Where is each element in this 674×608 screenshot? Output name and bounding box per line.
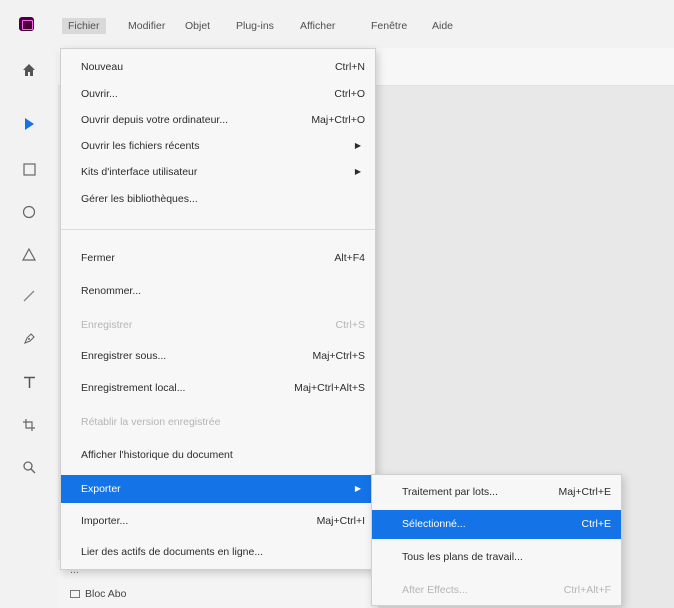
layer-label: Bloc Abo [85, 588, 127, 600]
tool-bar [0, 48, 58, 608]
menu-item-label: Enregistrer [81, 319, 133, 331]
menu-item-label: Fermer [81, 252, 115, 264]
menu-objet[interactable]: Objet [185, 18, 210, 34]
menu-separator [61, 229, 375, 230]
menu-item-shortcut: Maj+Ctrl+I [316, 515, 365, 527]
menu-item-shortcut: Ctrl+Alt+F [563, 584, 611, 596]
artboard-icon [70, 590, 80, 598]
menu-item-shortcut: Ctrl+S [335, 319, 365, 331]
menu-item-shortcut: Maj+Ctrl+O [311, 114, 365, 126]
select-arrow-icon[interactable] [19, 114, 39, 134]
file-menu: Nouveau Ctrl+N Ouvrir... Ctrl+O Ouvrir d… [60, 48, 376, 570]
menu-item-shortcut: Maj+Ctrl+E [558, 486, 611, 498]
menu-aide[interactable]: Aide [432, 18, 453, 34]
menu-item-shortcut: Maj+Ctrl+Alt+S [294, 382, 365, 394]
menu-item-fermer[interactable]: Fermer Alt+F4 [61, 245, 375, 271]
layer-item-bloc-abo[interactable]: Bloc Abo [70, 588, 126, 600]
menu-item-after-effects: After Effects... Ctrl+Alt+F [372, 577, 621, 603]
menu-item-label: After Effects... [402, 584, 468, 596]
menu-item-shortcut: Alt+F4 [334, 252, 365, 264]
menu-item-kits-interface[interactable]: Kits d'interface utilisateur ▶ [61, 159, 375, 185]
menu-item-shortcut: Maj+Ctrl+S [312, 350, 365, 362]
menu-item-enregistrer: Enregistrer Ctrl+S [61, 312, 375, 338]
menu-item-selectionne[interactable]: Sélectionné... Ctrl+E [372, 510, 621, 539]
menu-item-shortcut: Ctrl+O [334, 88, 365, 100]
menu-item-label: Ouvrir depuis votre ordinateur... [81, 114, 229, 126]
chevron-right-icon: ▶ [354, 167, 361, 176]
menu-item-shortcut: Ctrl+N [334, 61, 365, 73]
menu-fichier[interactable]: Fichier [62, 18, 106, 34]
menu-item-label: Enregistrement local... [81, 382, 186, 394]
ellipse-icon[interactable] [19, 202, 39, 222]
menu-item-label: Ouvrir les fichiers récents [81, 140, 200, 152]
menu-item-label: Ouvrir... [81, 88, 118, 100]
menu-item-traitement-par-lots[interactable]: Traitement par lots... Maj+Ctrl+E [372, 479, 621, 505]
chevron-right-icon: ▶ [354, 484, 361, 493]
menu-item-label: Tous les plans de travail... [402, 551, 523, 563]
menu-item-label: Gérer les bibliothèques... [81, 193, 198, 205]
menu-item-gerer-bibliotheques[interactable]: Gérer les bibliothèques... [61, 186, 375, 212]
menu-item-renommer[interactable]: Renommer... [61, 278, 375, 304]
chevron-right-icon: ▶ [354, 141, 361, 150]
menu-plugins[interactable]: Plug-ins [236, 18, 274, 34]
menu-item-importer[interactable]: Importer... Maj+Ctrl+I [61, 508, 375, 534]
pen-icon[interactable] [19, 329, 39, 349]
menu-item-label: Enregistrer sous... [81, 350, 167, 362]
home-icon[interactable] [19, 60, 39, 80]
menu-afficher[interactable]: Afficher [300, 18, 335, 34]
menu-item-historique-document[interactable]: Afficher l'historique du document [61, 442, 375, 468]
zoom-icon[interactable] [19, 457, 39, 477]
menu-item-label: Sélectionné... [402, 518, 466, 530]
menu-fenetre[interactable]: Fenêtre [371, 18, 407, 34]
text-icon[interactable] [19, 372, 39, 392]
menu-bar: Fichier Modifier Objet Plug-ins Afficher… [0, 0, 674, 48]
menu-item-ouvrir-ordinateur[interactable]: Ouvrir depuis votre ordinateur... Maj+Ct… [61, 107, 375, 133]
menu-item-retablir-version: Rétablir la version enregistrée [61, 409, 375, 435]
menu-item-label: Lier des actifs de documents en ligne... [81, 546, 264, 558]
menu-item-label: Nouveau [81, 61, 124, 73]
menu-item-lier-actifs[interactable]: Lier des actifs de documents en ligne... [61, 539, 375, 565]
menu-item-label: Rétablir la version enregistrée [81, 416, 221, 428]
app-logo-icon[interactable] [19, 17, 34, 31]
menu-modifier[interactable]: Modifier [128, 18, 165, 34]
menu-item-nouveau[interactable]: Nouveau Ctrl+N [61, 54, 375, 80]
menu-item-ouvrir[interactable]: Ouvrir... Ctrl+O [61, 81, 375, 107]
menu-item-exporter[interactable]: Exporter ▶ [61, 475, 375, 503]
menu-item-label: Exporter [81, 483, 121, 495]
artboard-icon[interactable] [19, 415, 39, 435]
polygon-icon[interactable] [19, 244, 39, 264]
rectangle-icon[interactable] [19, 159, 39, 179]
menu-item-label: Renommer... [81, 285, 142, 297]
menu-item-label: Kits d'interface utilisateur [81, 166, 198, 178]
menu-item-shortcut: Ctrl+E [581, 518, 611, 530]
menu-item-enregistrer-sous[interactable]: Enregistrer sous... Maj+Ctrl+S [61, 343, 375, 369]
menu-item-enregistrement-local[interactable]: Enregistrement local... Maj+Ctrl+Alt+S [61, 375, 375, 401]
line-icon[interactable] [19, 286, 39, 306]
menu-item-fichiers-recents[interactable]: Ouvrir les fichiers récents ▶ [61, 133, 375, 159]
menu-item-tous-plans-travail[interactable]: Tous les plans de travail... [372, 544, 621, 570]
menu-item-label: Afficher l'historique du document [81, 449, 233, 461]
export-submenu: Traitement par lots... Maj+Ctrl+E Sélect… [371, 474, 622, 606]
menu-item-label: Traitement par lots... [402, 486, 498, 498]
menu-item-label: Importer... [81, 515, 129, 527]
